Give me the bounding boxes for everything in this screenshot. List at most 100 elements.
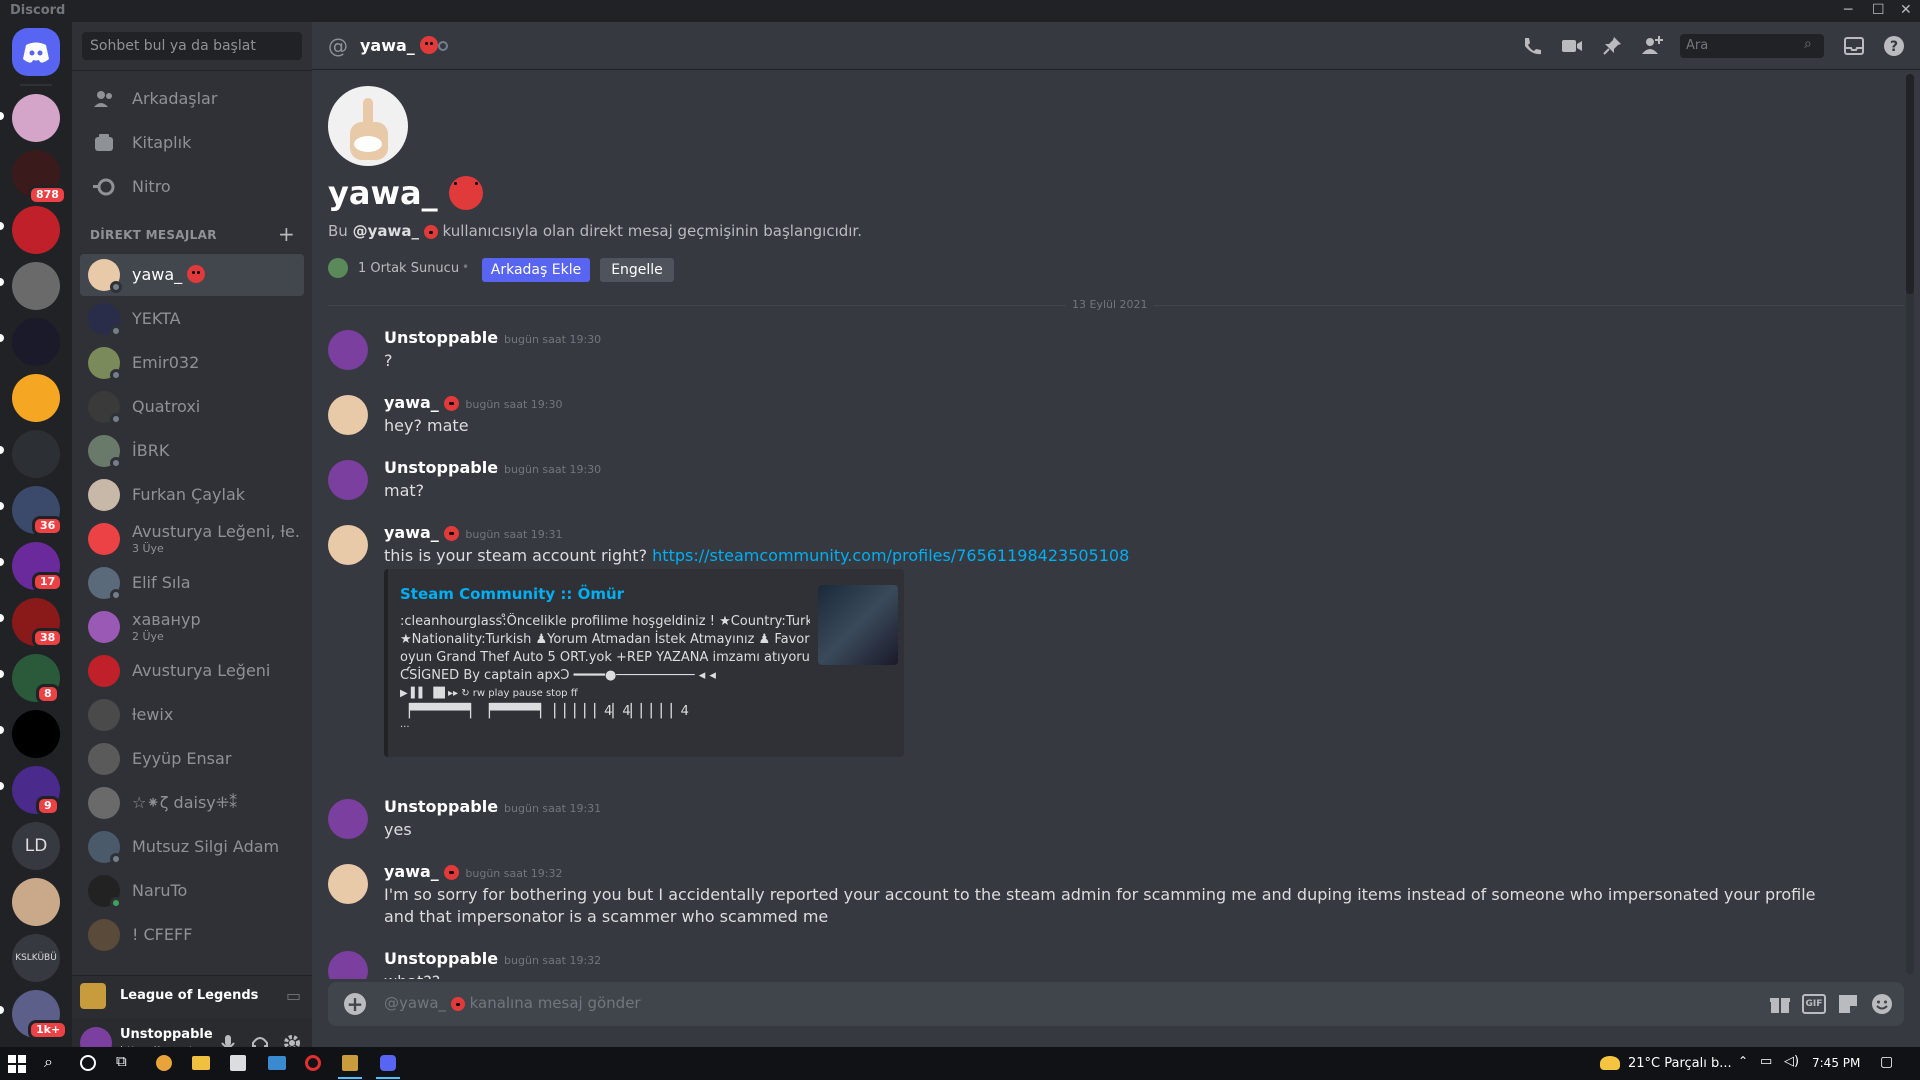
dm-search-input[interactable]: Sohbet bul ya da başlat [82,32,302,60]
discord-taskbar-icon[interactable] [380,1055,396,1071]
unread-pill [0,502,4,510]
dm-name: YEKTA [132,309,181,328]
scrollbar-track[interactable] [1906,74,1914,974]
task-view-icon[interactable]: ⧉ [116,1052,127,1074]
add-attachment-icon[interactable]: + [344,993,366,1015]
mutual-servers-link[interactable]: 1 Ortak Sunucu [358,261,459,276]
message-author[interactable]: Unstoppable bugün saat 19:30 [384,458,601,477]
screen-share-icon[interactable]: ▭ [286,986,301,1005]
server-icon[interactable] [12,206,60,254]
dm-item[interactable]: yawa_ [80,254,304,296]
tray-chevron-icon[interactable]: ⌃ [1738,1054,1748,1076]
windows-start-icon[interactable] [8,1055,26,1073]
chat-header: @ yawa_ Ara ⌕ ? [312,22,1920,70]
create-dm-icon[interactable]: + [278,222,295,246]
cortana-icon[interactable] [80,1055,96,1071]
voice-call-icon[interactable] [1520,34,1544,58]
dm-item[interactable]: Elif Sıla [80,562,304,604]
server-icon[interactable] [12,318,60,366]
avatar[interactable] [328,799,368,839]
avatar[interactable] [328,525,368,565]
server-initials[interactable]: LD [12,822,60,870]
network-icon[interactable]: ▭ [1760,1054,1772,1076]
dm-item[interactable]: ƚewix [80,694,304,736]
maximize-icon[interactable]: ☐ [1872,2,1885,18]
server-icon[interactable] [12,430,60,478]
add-friend-button[interactable]: Arkadaş Ekle [482,258,590,282]
message-author[interactable]: Unstoppable bugün saat 19:31 [384,797,601,816]
video-call-icon[interactable] [1560,34,1584,58]
scrollbar-thumb[interactable] [1906,74,1914,294]
message-author[interactable]: Unstoppable bugün saat 19:30 [384,328,601,347]
nav-library[interactable]: Kitaplık [80,122,304,164]
dm-item[interactable]: YEKTA [80,298,304,340]
server-name-icon[interactable]: KSLKÜBÜ [12,934,60,982]
imp-emoji-icon [423,225,438,239]
clock-time[interactable]: 7:45 PM [1812,1056,1860,1078]
dm-item[interactable]: Avusturya Leğeni [80,650,304,692]
chrome-icon[interactable] [156,1055,172,1071]
dm-item[interactable]: NaruTo [80,870,304,912]
avatar[interactable] [328,460,368,500]
nav-friends[interactable]: Arkadaşlar [80,78,304,120]
embed-thumbnail[interactable] [818,585,898,665]
dm-group-item[interactable]: Avusturya Leğeni, ƚe... 3 Üye [80,518,304,560]
link-embed: Steam Community :: Ömür :cleanhourglass:… [384,569,904,757]
divider [72,70,312,71]
dm-name: Avusturya Leğeni [132,661,271,680]
avatar[interactable] [328,864,368,904]
mail-icon[interactable] [268,1056,286,1070]
gif-icon[interactable]: GIF [1802,994,1826,1014]
server-icon[interactable] [12,374,60,422]
emoji-picker-icon[interactable] [1870,992,1894,1016]
steam-profile-link[interactable]: https://steamcommunity.com/profiles/7656… [652,546,1129,565]
dm-item[interactable]: Quatroxi [80,386,304,428]
message-author[interactable]: yawa_ bugün saat 19:31 [384,523,563,542]
notification-center-icon[interactable]: ▢ [1880,1054,1893,1076]
search-icon[interactable]: ⌕ [44,1052,53,1074]
embed-title[interactable]: Steam Community :: Ömür [400,585,624,603]
title-bar: Discord ─ ☐ ✕ [0,0,1920,22]
dm-item[interactable]: ☆⁕ζ daisy⁜⁑ [80,782,304,824]
gift-icon[interactable] [1768,992,1792,1016]
avatar[interactable] [328,395,368,435]
league-of-legends-icon[interactable] [342,1055,358,1071]
inbox-icon[interactable] [1842,34,1866,58]
message-author[interactable]: Unstoppable bugün saat 19:32 [384,949,601,968]
timestamp: bugün saat 19:32 [504,954,602,967]
dm-item[interactable]: Mutsuz Silgi Adam [80,826,304,868]
store-icon[interactable] [230,1055,246,1071]
message-composer[interactable]: + @yawa_ kanalına mesaj gönder GIF [328,982,1904,1026]
opera-icon[interactable] [305,1055,321,1071]
server-icon[interactable] [12,94,60,142]
help-icon[interactable]: ? [1882,34,1906,58]
dm-item[interactable]: Emir032 [80,342,304,384]
minimize-icon[interactable]: ─ [1844,2,1852,18]
volume-icon[interactable]: ◁) [1784,1054,1799,1076]
nav-nitro[interactable]: Nitro [80,166,304,208]
server-icon[interactable] [12,878,60,926]
server-icon[interactable] [12,262,60,310]
block-button[interactable]: Engelle [600,258,674,282]
message-author[interactable]: yawa_ bugün saat 19:32 [384,862,563,881]
weather-text[interactable]: 21°C Parçalı b... [1628,1056,1732,1078]
search-input[interactable]: Ara [1680,34,1824,58]
message-input-placeholder[interactable]: @yawa_ kanalına mesaj gönder [384,994,641,1012]
dm-item[interactable]: Eyyüp Ensar [80,738,304,780]
message-author[interactable]: yawa_ bugün saat 19:30 [384,393,563,412]
dm-item[interactable]: ! CFEFF [80,914,304,956]
add-friend-to-dm-icon[interactable] [1640,34,1664,58]
close-icon[interactable]: ✕ [1900,2,1912,18]
home-button[interactable] [12,28,60,76]
dm-group-item[interactable]: хаванур 2 Üye [80,606,304,648]
avatar[interactable] [328,951,368,979]
dm-sidebar: Sohbet bul ya da başlat Arkadaşlar Kitap… [72,22,312,1069]
avatar[interactable] [328,330,368,370]
dm-item[interactable]: İBRK [80,430,304,472]
dm-item[interactable]: Furkan Çaylak [80,474,304,516]
sticker-icon[interactable] [1836,992,1860,1016]
server-icon[interactable] [12,710,60,758]
file-explorer-icon[interactable] [192,1056,210,1070]
pin-icon[interactable] [1600,34,1624,58]
status-online-icon [110,897,122,909]
